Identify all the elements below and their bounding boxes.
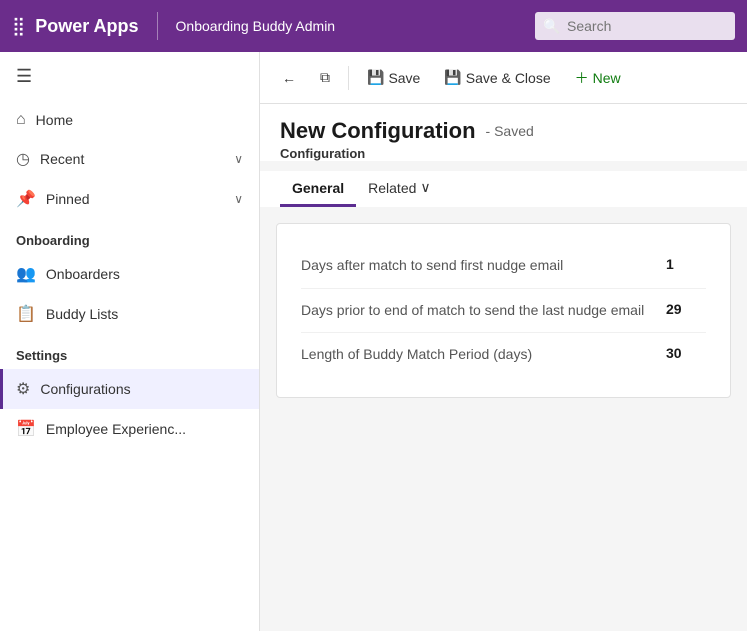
- tab-general[interactable]: General: [280, 172, 356, 207]
- chevron-down-icon: ∨: [420, 179, 430, 196]
- settings-section-title: Settings: [0, 334, 259, 369]
- save-label: Save: [388, 70, 420, 86]
- search-wrapper: 🔍: [535, 12, 735, 40]
- grid-icon[interactable]: ⣿: [12, 16, 25, 37]
- save-icon: 💾: [367, 69, 384, 86]
- page-saved-status: - Saved: [486, 123, 534, 139]
- toolbar: ← ⧉ 💾 Save 💾 Save & Close ＋ New: [260, 52, 747, 104]
- configurations-icon: ⚙: [16, 379, 30, 399]
- sidebar-item-home[interactable]: ⌂ Home: [0, 101, 259, 139]
- page-title: New Configuration: [280, 118, 476, 144]
- sidebar-item-label: Employee Experienc...: [46, 421, 186, 437]
- sidebar-item-employee-experience[interactable]: 📅 Employee Experienc...: [0, 409, 259, 449]
- hamburger-button[interactable]: ☰: [0, 52, 259, 101]
- page-title-row: New Configuration - Saved: [280, 118, 727, 144]
- sidebar-item-label: Onboarders: [46, 266, 120, 282]
- sidebar-item-label: Home: [36, 112, 73, 128]
- new-label: New: [593, 70, 621, 86]
- config-row-match-period: Length of Buddy Match Period (days) 30: [301, 333, 706, 377]
- sidebar-item-configurations[interactable]: ⚙ Configurations: [0, 369, 259, 409]
- page-subtitle: Configuration: [280, 146, 727, 161]
- topbar-context: Onboarding Buddy Admin: [176, 18, 525, 34]
- page-header: New Configuration - Saved Configuration: [260, 104, 747, 161]
- sidebar-item-recent[interactable]: ◷ Recent ∨: [0, 139, 259, 179]
- employee-experience-icon: 📅: [16, 419, 36, 439]
- back-button[interactable]: ←: [272, 64, 306, 92]
- config-label-nudge-days: Days after match to send first nudge ema…: [301, 256, 666, 276]
- save-close-icon: 💾: [444, 69, 461, 86]
- tabs-bar: General Related ∨: [260, 171, 747, 207]
- main-content: ← ⧉ 💾 Save 💾 Save & Close ＋ New New Conf…: [260, 52, 747, 631]
- config-label-match-period: Length of Buddy Match Period (days): [301, 345, 666, 365]
- save-button[interactable]: 💾 Save: [357, 63, 430, 92]
- config-value-nudge-days: 1: [666, 256, 706, 272]
- home-icon: ⌂: [16, 111, 26, 129]
- config-card: Days after match to send first nudge ema…: [276, 223, 731, 398]
- open-button[interactable]: ⧉: [310, 63, 340, 92]
- sidebar-item-pinned[interactable]: 📌 Pinned ∨: [0, 179, 259, 219]
- sidebar-item-label: Buddy Lists: [46, 306, 118, 322]
- config-value-match-period: 30: [666, 345, 706, 361]
- sidebar-item-label: Pinned: [46, 191, 90, 207]
- content-area: Days after match to send first nudge ema…: [260, 207, 747, 631]
- config-label-last-nudge: Days prior to end of match to send the l…: [301, 301, 666, 321]
- sidebar-item-buddy-lists[interactable]: 📋 Buddy Lists: [0, 294, 259, 334]
- sidebar: ☰ ⌂ Home ◷ Recent ∨ 📌 Pinned ∨ Onboardin…: [0, 52, 260, 631]
- config-row-last-nudge: Days prior to end of match to send the l…: [301, 289, 706, 334]
- chevron-down-icon: ∨: [234, 192, 243, 206]
- sidebar-item-label: Configurations: [40, 381, 130, 397]
- new-button[interactable]: ＋ New: [565, 62, 631, 94]
- topbar: ⣿ Power Apps Onboarding Buddy Admin 🔍: [0, 0, 747, 52]
- pin-icon: 📌: [16, 189, 36, 209]
- save-close-label: Save & Close: [466, 70, 551, 86]
- onboarders-icon: 👥: [16, 264, 36, 284]
- open-icon: ⧉: [320, 69, 330, 86]
- sidebar-item-label: Recent: [40, 151, 84, 167]
- topbar-divider: [157, 12, 158, 40]
- tab-related[interactable]: Related ∨: [356, 171, 443, 207]
- back-icon: ←: [282, 70, 296, 86]
- app-layout: ☰ ⌂ Home ◷ Recent ∨ 📌 Pinned ∨ Onboardin…: [0, 52, 747, 631]
- onboarding-section-title: Onboarding: [0, 219, 259, 254]
- config-value-last-nudge: 29: [666, 301, 706, 317]
- search-input[interactable]: [535, 12, 735, 40]
- new-icon: ＋: [575, 68, 589, 88]
- save-close-button[interactable]: 💾 Save & Close: [434, 63, 560, 92]
- recent-icon: ◷: [16, 149, 30, 169]
- buddy-lists-icon: 📋: [16, 304, 36, 324]
- chevron-down-icon: ∨: [234, 152, 243, 166]
- toolbar-divider: [348, 66, 349, 90]
- sidebar-item-onboarders[interactable]: 👥 Onboarders: [0, 254, 259, 294]
- app-name: Power Apps: [35, 16, 138, 37]
- config-row-nudge-days: Days after match to send first nudge ema…: [301, 244, 706, 289]
